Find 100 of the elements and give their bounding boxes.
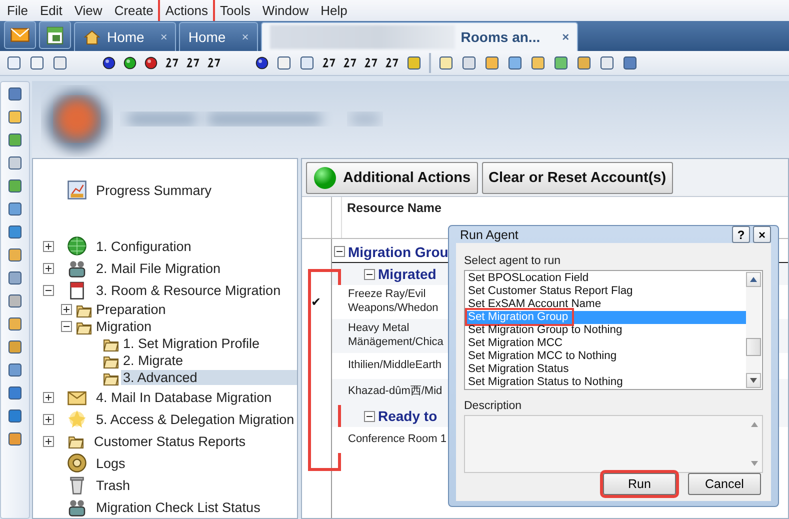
expander-toggle[interactable] xyxy=(364,410,375,422)
tree-item[interactable]: Progress Summary xyxy=(94,182,214,198)
tab[interactable] xyxy=(39,21,71,50)
menu-item[interactable]: Window xyxy=(257,0,314,22)
home-icon xyxy=(83,29,101,46)
scrollbar[interactable] xyxy=(746,272,761,388)
list-item[interactable]: Set Migration Status xyxy=(466,363,746,376)
people-icon xyxy=(66,497,88,517)
agent-list[interactable] xyxy=(464,270,763,390)
sidebar-icon[interactable] xyxy=(7,155,23,171)
expander-toggle[interactable] xyxy=(43,436,54,446)
table-cell-text: Freeze Ray/Evil Weapons/Whedon xyxy=(348,288,440,316)
calendar-icon xyxy=(44,25,66,46)
scrollbar-thumb[interactable] xyxy=(746,338,761,356)
field-label: Select agent to run xyxy=(464,255,562,267)
expander-toggle[interactable] xyxy=(364,268,375,280)
tab-label: Home xyxy=(188,29,226,46)
close-icon[interactable]: × xyxy=(562,30,570,44)
sidebar-icon[interactable] xyxy=(7,293,23,309)
help-button[interactable]: ? xyxy=(732,226,750,243)
tab[interactable]: Home × xyxy=(179,22,258,52)
list-item[interactable]: Set ExSAM Account Name xyxy=(466,298,746,311)
tab[interactable] xyxy=(4,21,36,50)
expander-toggle[interactable] xyxy=(43,284,54,296)
sidebar-icon[interactable] xyxy=(7,431,23,447)
list-item[interactable]: Set BPOSLocation Field xyxy=(466,272,746,285)
sidebar-icon[interactable] xyxy=(7,362,23,378)
tree-item[interactable]: 1. Set Migration Profile xyxy=(121,336,262,351)
menu-item[interactable]: Actions xyxy=(160,0,213,22)
sidebar-icon[interactable] xyxy=(7,339,23,355)
tree-item[interactable]: Logs xyxy=(94,456,128,470)
menu-item[interactable]: File xyxy=(2,0,33,22)
group-label: Migration Grou xyxy=(348,244,448,260)
wheel-icon xyxy=(66,453,88,473)
sidebar-icon[interactable] xyxy=(7,201,23,217)
sidebar-icon[interactable] xyxy=(7,109,23,125)
expander-toggle[interactable] xyxy=(43,414,54,424)
ball-icon[interactable] xyxy=(255,56,269,70)
group-label: Migrated xyxy=(378,266,436,282)
dialog-button[interactable]: Cancel xyxy=(688,473,761,495)
expander-toggle[interactable] xyxy=(334,246,345,257)
table-cell-text: Khazad-dûm西/Mid xyxy=(348,385,444,399)
menu-item[interactable]: Tools xyxy=(214,0,256,22)
ball-icon[interactable] xyxy=(123,56,137,70)
tree-item[interactable]: Preparation xyxy=(94,302,168,317)
expander-toggle[interactable] xyxy=(61,304,72,315)
sidebar-icon[interactable] xyxy=(7,86,23,102)
tree-item[interactable]: 1. Configuration xyxy=(94,238,194,254)
sidebar-icon[interactable] xyxy=(7,247,23,263)
ball-icon[interactable] xyxy=(102,56,116,70)
list-item[interactable]: Set Customer Status Report Flag xyxy=(466,285,746,298)
field-label: Description xyxy=(464,400,523,412)
tab[interactable]: Rooms an... × xyxy=(260,22,578,52)
sidebar-icon[interactable] xyxy=(7,178,23,194)
people-icon xyxy=(66,258,88,278)
menu-item[interactable]: Help xyxy=(316,0,352,22)
list-item[interactable]: Set Migration Status to Nothing xyxy=(466,376,746,389)
tree-item[interactable]: Customer Status Reports xyxy=(92,434,248,448)
menu-item[interactable]: Edit xyxy=(34,0,68,22)
menu-item[interactable]: View xyxy=(69,0,108,22)
tree-item[interactable]: 3. Room & Resource Migration xyxy=(94,282,283,298)
chart-icon xyxy=(66,180,88,200)
action-button[interactable]: Clear or Reset Account(s) xyxy=(482,162,674,194)
tab-label: Home xyxy=(107,29,144,46)
sidebar-icon[interactable] xyxy=(7,132,23,148)
sidebar-icon[interactable] xyxy=(7,224,23,240)
expander-toggle[interactable] xyxy=(43,240,54,252)
column-header[interactable]: Resource Name xyxy=(342,197,446,238)
tree-item[interactable]: Migration Check List Status xyxy=(94,500,262,514)
tree-item[interactable]: Trash xyxy=(94,478,132,492)
ball-icon[interactable] xyxy=(144,56,158,70)
table-cell-text: Conference Room 1 xyxy=(348,433,448,447)
list-item[interactable]: Set Migration Group to Nothing xyxy=(466,324,746,337)
menu-item[interactable]: Create xyxy=(109,0,158,22)
check-mark[interactable]: ✔ xyxy=(311,295,321,309)
tree-item[interactable]: 2. Migrate xyxy=(121,353,186,368)
dialog-title: Run Agent xyxy=(459,228,520,242)
expander-toggle[interactable] xyxy=(61,321,72,332)
tree-item[interactable]: 5. Access & Delegation Migration xyxy=(94,412,296,426)
tree-item[interactable]: 3. Advanced xyxy=(121,370,297,385)
expander-toggle[interactable] xyxy=(43,392,54,402)
table-cell-text: Heavy Metal Mänägement/Chica xyxy=(348,322,444,350)
list-item[interactable]: Set Migration MCC to Nothing xyxy=(466,350,746,363)
expander-toggle[interactable] xyxy=(43,262,54,274)
tree-item[interactable]: 4. Mail In Database Migration xyxy=(94,390,274,404)
tab[interactable]: Home × xyxy=(74,22,176,52)
action-button[interactable]: Additional Actions xyxy=(306,162,478,194)
tree-item[interactable]: Migration xyxy=(94,319,154,334)
sidebar-icon[interactable] xyxy=(7,385,23,401)
table-cell-text: Ithilien/MiddleEarth xyxy=(348,359,443,373)
sidebar-icon[interactable] xyxy=(7,408,23,424)
tab-label: Rooms an... xyxy=(460,29,540,46)
list-item[interactable]: Set Migration MCC xyxy=(466,337,746,350)
sidebar-icon[interactable] xyxy=(7,316,23,332)
tree-item[interactable]: 2. Mail File Migration xyxy=(94,260,223,276)
star-icon xyxy=(66,409,88,429)
sidebar-icon[interactable] xyxy=(7,270,23,286)
close-button[interactable]: × xyxy=(753,226,771,243)
group-label: Ready to xyxy=(378,408,438,424)
dialog-button[interactable]: Run xyxy=(603,473,676,495)
